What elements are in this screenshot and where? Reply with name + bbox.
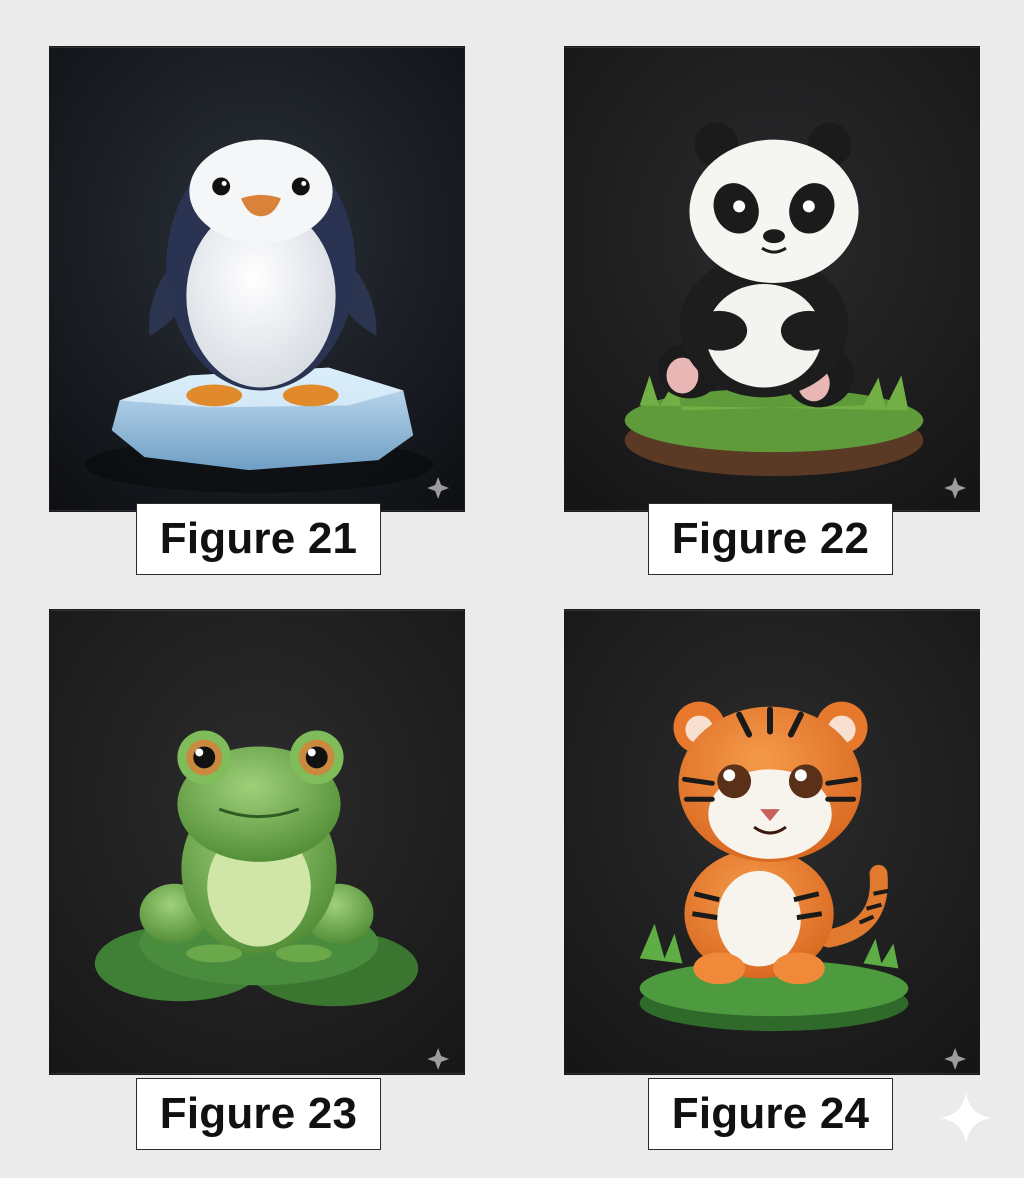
tiger-cub-figurine: [565, 610, 979, 1074]
figure-22-image: [564, 46, 980, 512]
figure-24-caption: Figure 24: [648, 1078, 893, 1150]
figure-22-caption: Figure 22: [648, 503, 893, 575]
penguin-figurine: [50, 47, 464, 511]
figure-21-image: [49, 46, 465, 512]
panda-figurine: [565, 47, 979, 511]
figure-24-image: [564, 609, 980, 1075]
figure-23-caption: Figure 23: [136, 1078, 381, 1150]
figure-21-caption: Figure 21: [136, 503, 381, 575]
frog-figurine: [50, 610, 464, 1074]
sparkle-watermark-icon: [940, 1092, 992, 1144]
figure-23-image: [49, 609, 465, 1075]
